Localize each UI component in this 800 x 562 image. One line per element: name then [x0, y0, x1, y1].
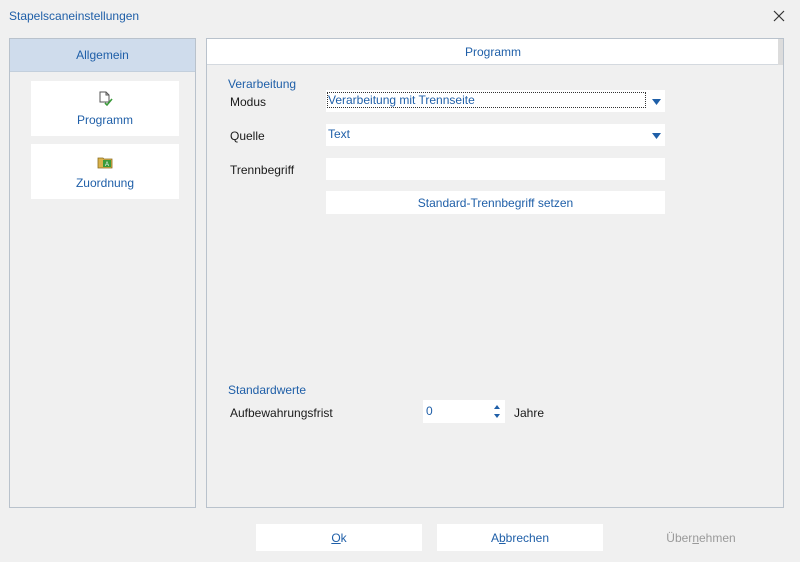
section-title-verarbeitung: Verarbeitung [228, 77, 297, 91]
retention-stepper[interactable]: 0 [423, 400, 505, 423]
window-title: Stapelscaneinstellungen [9, 9, 140, 23]
ok-label-post: k [340, 530, 347, 545]
nav-header-label: Allgemein [76, 48, 129, 62]
retention-label: Aufbewahrungsfrist [230, 406, 333, 420]
tab-programm: Programm [207, 39, 779, 65]
retention-unit: Jahre [514, 406, 545, 420]
set-default-separator-label: Standard-Trennbegriff setzen [417, 195, 574, 210]
trennbegriff-label: Trennbegriff [230, 163, 295, 177]
apply-label-post: ehmen [699, 530, 736, 545]
title-bar: Stapelscaneinstellungen [0, 0, 800, 32]
nav-item-zuordnung[interactable]: A Zuordnung [31, 144, 179, 199]
tab-title: Programm [464, 44, 521, 59]
chevron-down-icon[interactable] [650, 97, 662, 107]
quelle-label: Quelle [230, 129, 265, 143]
trennbegriff-input[interactable] [326, 158, 665, 180]
close-button[interactable] [768, 5, 790, 27]
modus-dropdown[interactable]: Verarbeitung mit Trennseite [326, 90, 665, 112]
content-panel: Programm Verarbeitung Modus Verarbeitung… [206, 38, 784, 508]
nav-panel: Allgemein Programm A Zuordnung [9, 38, 196, 508]
document-check-icon [99, 91, 113, 106]
nav-item-programm[interactable]: Programm [31, 81, 179, 136]
stepper-up-icon[interactable] [493, 403, 501, 411]
close-icon [773, 10, 785, 22]
chevron-down-icon[interactable] [650, 131, 662, 141]
nav-header-allgemein[interactable]: Allgemein [10, 39, 195, 72]
retention-value: 0 [426, 404, 433, 418]
quelle-dropdown[interactable]: Text [326, 124, 665, 146]
stepper-down-icon[interactable] [493, 412, 501, 420]
apply-label-mnemonic: n [692, 530, 699, 545]
tab-scroll-edge [778, 39, 783, 65]
cancel-label-pre: A [490, 530, 499, 545]
svg-text:A: A [105, 162, 109, 168]
ok-button[interactable]: Ok [256, 524, 422, 551]
nav-item-label: Zuordnung [75, 175, 135, 190]
cancel-label-mnemonic: b [498, 530, 506, 545]
nav-item-label: Programm [76, 112, 133, 127]
cancel-button[interactable]: Ab brechen [437, 524, 603, 551]
modus-label: Modus [230, 95, 267, 109]
folder-assign-icon: A [97, 157, 113, 168]
section-title-standardwerte: Standardwerte [228, 383, 307, 397]
modus-value: Verarbeitung mit Trennseite [327, 92, 646, 108]
ok-label-mnemonic: O [331, 530, 341, 545]
apply-button[interactable]: Über n ehmen [618, 524, 784, 551]
set-default-separator-button[interactable]: Standard-Trennbegriff setzen [326, 191, 665, 214]
apply-label-pre: Über [666, 530, 693, 545]
quelle-value: Text [328, 127, 351, 141]
cancel-label-post: brechen [505, 530, 550, 545]
